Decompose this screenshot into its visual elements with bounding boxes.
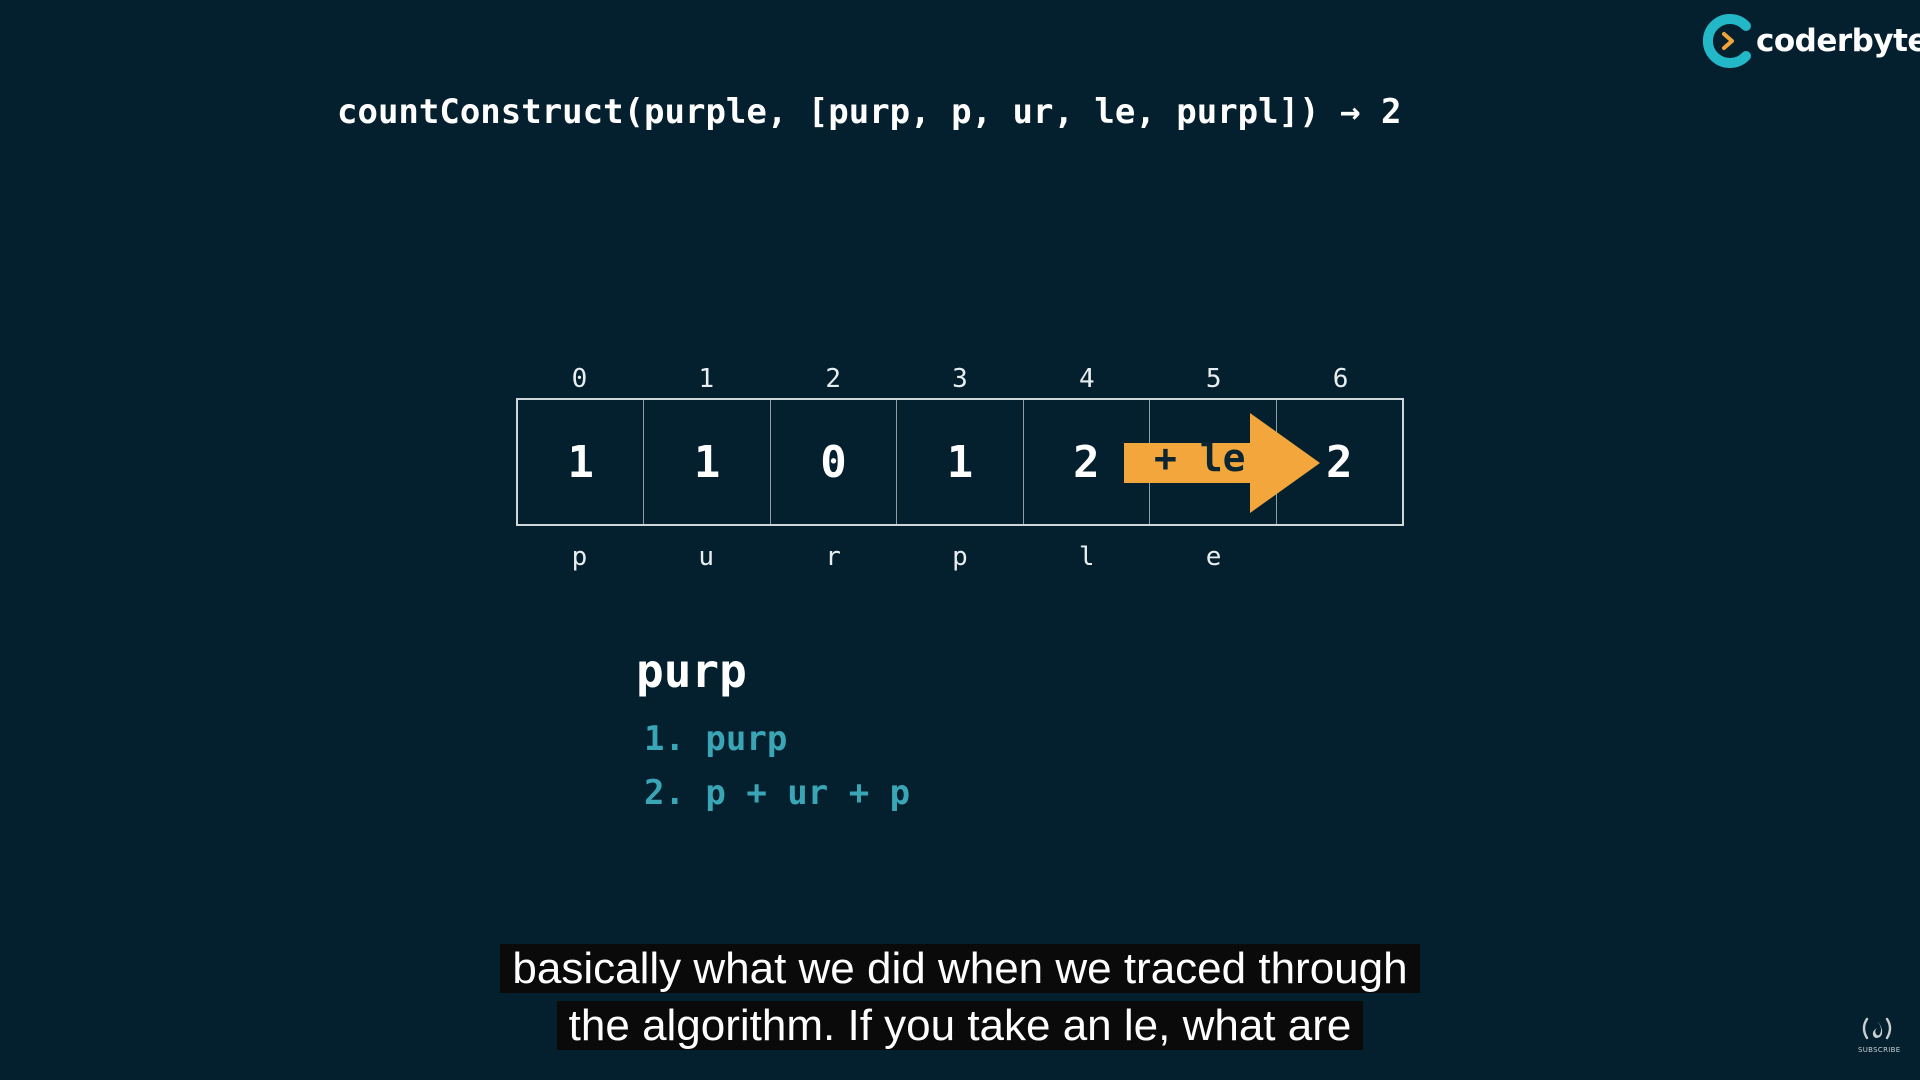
cell-value: 2	[1073, 436, 1100, 488]
index-row: 0 1 2 3 4 5 6	[516, 364, 1404, 394]
char-label: p	[571, 542, 588, 572]
cell-value: 1	[567, 436, 594, 488]
table-cell: 1	[897, 400, 1024, 524]
cell-value: 1	[693, 436, 721, 488]
ways-list: 1. purp 2. p + ur + p	[644, 712, 910, 820]
freecodecamp-icon	[1862, 1017, 1892, 1040]
cell-value: 1	[946, 436, 974, 488]
char-label: e	[1205, 542, 1222, 572]
coderbyte-logo: coderbyte	[1702, 14, 1920, 68]
table-cell: 1	[644, 400, 771, 524]
index-label: 5	[1205, 364, 1222, 394]
arrow-label: + le	[1154, 436, 1246, 480]
char-label: u	[698, 542, 715, 572]
subscribe-label: SUBSCRIBE	[1858, 1046, 1901, 1054]
index-label: 3	[952, 364, 968, 394]
caption-line: basically what we did when we traced thr…	[500, 944, 1420, 993]
char-label: l	[1078, 542, 1095, 572]
formula-heading: countConstruct(purple, [purp, p, ur, le,…	[337, 92, 1402, 132]
character-row: p u r p l e	[516, 542, 1277, 572]
coderbyte-mark-icon	[1702, 14, 1751, 68]
char-label: r	[825, 542, 841, 572]
index-label: 1	[698, 364, 715, 394]
table-cell: 0	[771, 400, 898, 524]
index-label: 6	[1332, 364, 1349, 394]
index-label: 2	[825, 364, 841, 394]
char-label: p	[952, 542, 968, 572]
dp-table: 1 1 0 1 2 2 + le	[516, 398, 1404, 526]
subtitle-caption: basically what we did when we traced thr…	[0, 940, 1920, 1054]
caption-line: the algorithm. If you take an le, what a…	[556, 1001, 1364, 1050]
index-label: 4	[1079, 364, 1095, 394]
brand-name: coderbyte	[1756, 23, 1920, 59]
word-title: purp	[636, 644, 747, 698]
list-item: 2. p + ur + p	[644, 773, 911, 813]
subscribe-button[interactable]: SUBSCRIBE	[1858, 1016, 1901, 1054]
index-label: 0	[571, 364, 588, 394]
cell-value: 2	[1325, 436, 1353, 488]
cell-value: 0	[820, 436, 847, 488]
table-cell: 1	[518, 400, 645, 524]
list-item: 1. purp	[644, 719, 788, 759]
